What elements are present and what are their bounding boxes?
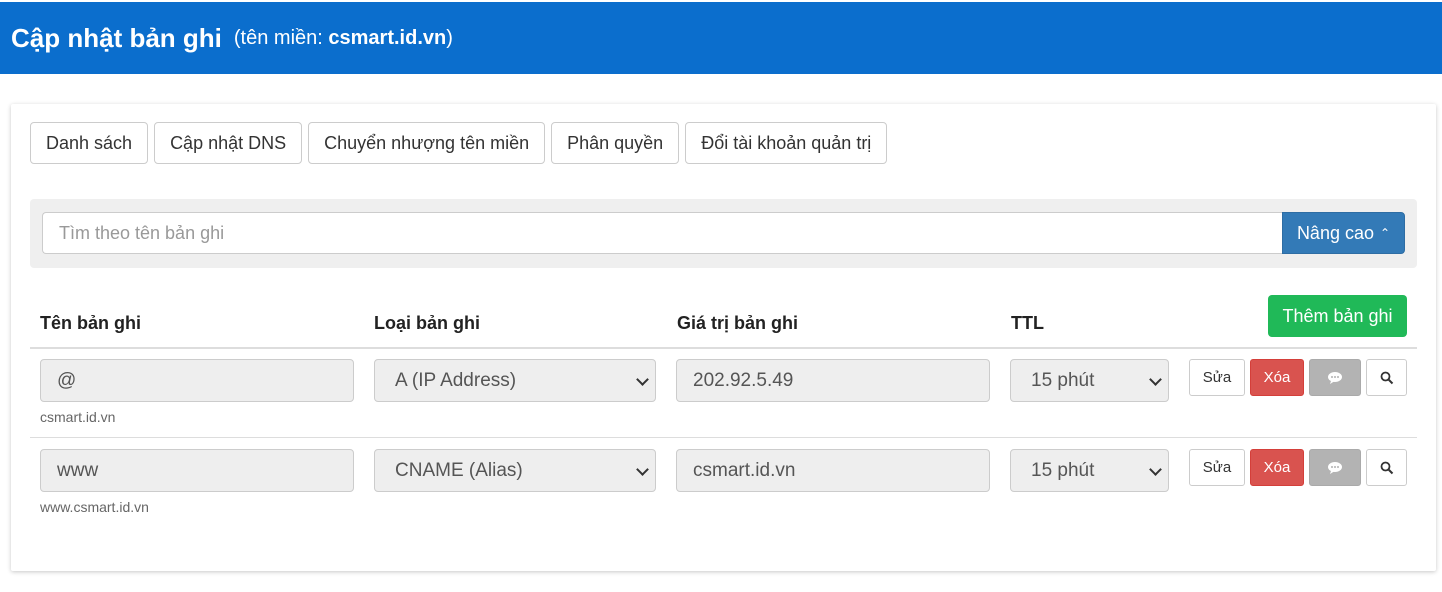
- search-icon: [1380, 371, 1393, 384]
- comment-icon: [1328, 371, 1342, 384]
- advanced-label: Nâng cao: [1296, 222, 1374, 243]
- column-header-name: Tên bản ghi: [40, 313, 141, 333]
- search-bar: Tìm theo tên bản ghi Nâng cao ⌃: [30, 199, 1417, 268]
- record-fqdn: www.csmart.id.vn: [40, 499, 149, 515]
- column-header-ttl: TTL: [1011, 313, 1044, 333]
- domain-name: csmart.id.vn: [328, 26, 447, 49]
- record-type-select[interactable]: A (IP Address): [374, 359, 656, 402]
- delete-button[interactable]: Xóa: [1250, 359, 1304, 396]
- comment-button[interactable]: [1309, 359, 1361, 396]
- records-card: Danh sách Cập nhật DNS Chuyển nhượng tên…: [11, 104, 1436, 571]
- tab-permissions[interactable]: Phân quyền: [551, 122, 680, 164]
- column-header-value: Giá trị bản ghi: [677, 313, 799, 333]
- page-header: Cập nhật bản ghi (tên miền: csmart.id.vn…: [0, 2, 1442, 74]
- tab-bar: Danh sách Cập nhật DNS Chuyển nhượng tên…: [30, 122, 893, 164]
- chevron-up-icon: ⌃: [1380, 226, 1391, 240]
- record-name-field[interactable]: @: [40, 359, 354, 402]
- ttl-select[interactable]: 15 phút: [1010, 359, 1169, 402]
- search-input[interactable]: Tìm theo tên bản ghi: [42, 212, 1283, 254]
- domain-suffix: ): [446, 26, 453, 49]
- tab-transfer-domain[interactable]: Chuyển nhượng tên miền: [308, 122, 546, 164]
- tab-update-dns[interactable]: Cập nhật DNS: [154, 122, 303, 164]
- column-header-type: Loại bản ghi: [374, 313, 480, 333]
- add-record-button[interactable]: Thêm bản ghi: [1268, 295, 1407, 337]
- search-icon: [1380, 461, 1393, 474]
- page-title: Cập nhật bản ghi: [11, 22, 222, 53]
- delete-button[interactable]: Xóa: [1250, 449, 1304, 486]
- edit-button[interactable]: Sửa: [1189, 449, 1245, 486]
- record-value-field[interactable]: csmart.id.vn: [676, 449, 990, 492]
- table-row: @ csmart.id.vn A (IP Address) 202.92.5.4…: [11, 348, 1436, 436]
- tab-change-admin[interactable]: Đổi tài khoản quản trị: [685, 122, 888, 164]
- record-name-field[interactable]: www: [40, 449, 354, 492]
- record-type-select[interactable]: CNAME (Alias): [374, 449, 656, 492]
- record-fqdn: csmart.id.vn: [40, 409, 116, 425]
- record-value-field[interactable]: 202.92.5.49: [676, 359, 990, 402]
- comment-button[interactable]: [1309, 449, 1361, 486]
- advanced-button[interactable]: Nâng cao ⌃: [1282, 212, 1405, 254]
- view-button[interactable]: [1366, 359, 1407, 396]
- edit-button[interactable]: Sửa: [1189, 359, 1245, 396]
- ttl-select[interactable]: 15 phút: [1010, 449, 1169, 492]
- domain-subtitle: (tên miền: csmart.id.vn): [234, 27, 453, 50]
- table-row: www www.csmart.id.vn CNAME (Alias) csmar…: [11, 438, 1436, 526]
- comment-icon: [1328, 461, 1342, 474]
- tab-list[interactable]: Danh sách: [30, 122, 149, 164]
- domain-prefix: (tên miền:: [233, 26, 323, 49]
- view-button[interactable]: [1366, 449, 1407, 486]
